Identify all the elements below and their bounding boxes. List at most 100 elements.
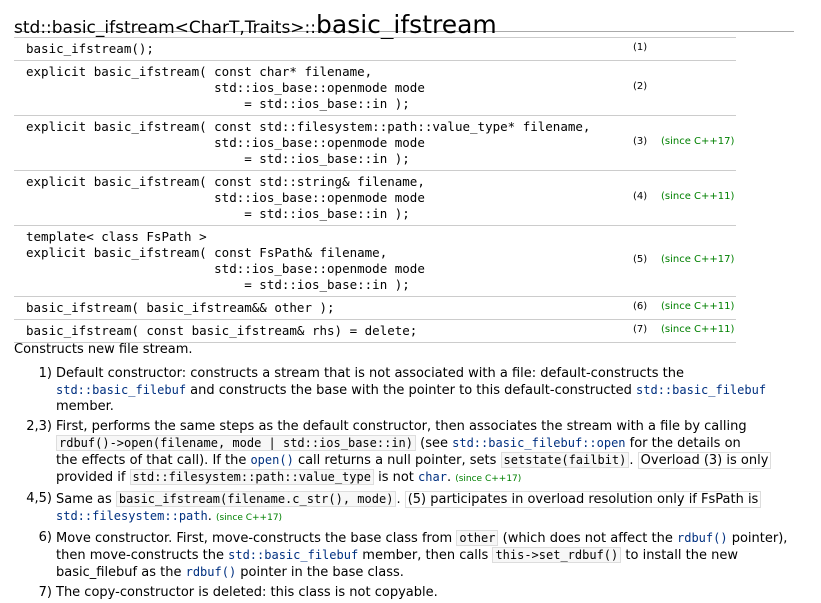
declaration-code: basic_ifstream( const basic_ifstream& rh…: [26, 323, 724, 339]
item-text: (see: [416, 436, 453, 451]
code-line: basic_ifstream( const basic_ifstream& rh…: [26, 323, 418, 338]
code-line: std::ios_base::openmode mode: [26, 190, 425, 205]
code-line: = std::ios_base::in );: [26, 96, 410, 111]
overload-number: (3): [633, 136, 648, 147]
since-badge: (since C++17): [661, 136, 735, 147]
item-text: .: [629, 453, 638, 468]
code-snippet: basic_ifstream(filename.c_str(), mode): [115, 491, 397, 507]
link-basic-filebuf[interactable]: std::basic_filebuf: [636, 383, 766, 397]
declaration-code: template< class FsPath > explicit basic_i…: [26, 229, 724, 293]
list-item: 6) Move constructor. First, move-constru…: [28, 530, 788, 581]
item-text: .: [207, 509, 216, 524]
code-snippet: rdbuf()->open(filename, mode | std::ios_…: [56, 435, 417, 451]
since-badge: (since C++11): [661, 191, 735, 202]
link-rdbuf[interactable]: rdbuf(): [186, 565, 237, 579]
list-item: 1) Default constructor: constructs a str…: [28, 366, 788, 415]
item-number: 1): [38, 366, 52, 381]
overload-note: (5) participates in overload resolution …: [404, 491, 762, 508]
heading-prefix: std::basic_ifstream<CharT,Traits>::basic…: [14, 10, 497, 39]
item-text: call returns a null pointer, sets: [293, 453, 501, 468]
link-char[interactable]: char: [418, 470, 447, 484]
link-filebuf-open[interactable]: std::basic_filebuf::open: [452, 436, 625, 450]
item-text: .: [446, 470, 456, 485]
overload-number: (2): [633, 81, 648, 92]
item-text: is not: [373, 470, 419, 485]
heading-prefix-text: std::basic_ifstream<CharT,Traits>::: [14, 18, 317, 38]
code-line: explicit basic_ifstream( const std::stri…: [26, 174, 425, 189]
code-line: basic_ifstream();: [26, 41, 154, 56]
item-text: and constructs the base with the pointer…: [186, 383, 637, 398]
declaration-code: basic_ifstream();: [26, 41, 724, 57]
overload-note: Overload (3) is only: [637, 452, 772, 469]
item-text: member.: [56, 399, 114, 414]
list-item: 2,3) First, performs the same steps as t…: [26, 419, 788, 487]
declaration-code: explicit basic_ifstream( const std::stri…: [26, 174, 724, 222]
item-text: provided if: [56, 470, 130, 485]
item-text: to install the new: [621, 548, 738, 563]
item-number: 7): [38, 585, 52, 600]
code-line: explicit basic_ifstream( const FsPath& f…: [26, 245, 388, 260]
declaration-code: basic_ifstream( basic_ifstream&& other )…: [26, 300, 724, 316]
declaration-code: explicit basic_ifstream( const std::file…: [26, 119, 724, 167]
since-badge: (since C++11): [661, 301, 735, 312]
declaration-row: explicit basic_ifstream( const std::file…: [14, 115, 736, 170]
item-text: basic_filebuf as the: [56, 565, 186, 580]
code-line: explicit basic_ifstream( const std::file…: [26, 119, 591, 134]
item-text: pointer in the base class.: [236, 565, 404, 580]
code-line: = std::ios_base::in );: [26, 277, 410, 292]
item-text: member, then calls: [358, 548, 493, 563]
code-line: std::ios_base::openmode mode: [26, 80, 425, 95]
description-list: 1) Default constructor: constructs a str…: [26, 366, 788, 603]
code-snippet: other: [456, 530, 499, 546]
code-snippet: setstate(failbit): [500, 452, 630, 468]
overload-number: (1): [633, 42, 648, 53]
code-snippet: this->set_rdbuf(): [492, 547, 622, 563]
overload-number: (5): [633, 254, 648, 265]
link-open[interactable]: open(): [250, 453, 293, 467]
item-text: for the details on: [625, 436, 741, 451]
since-badge: (since C++17): [661, 254, 735, 265]
item-text: pointer),: [727, 531, 788, 546]
overload-number: (6): [633, 301, 648, 312]
overload-number: (7): [633, 324, 648, 335]
code-line: template< class FsPath >: [26, 229, 207, 244]
item-text: Move constructor. First, move-constructs…: [56, 531, 457, 546]
since-badge: (since C++17): [215, 513, 283, 523]
code-line: = std::ios_base::in );: [26, 206, 410, 221]
declaration-code: explicit basic_ifstream( const char* fil…: [26, 64, 724, 112]
item-number: 4,5): [26, 491, 52, 506]
item-text: Same as: [56, 492, 116, 507]
code-snippet: std::filesystem::path::value_type: [129, 469, 374, 485]
declaration-row: explicit basic_ifstream( const char* fil…: [14, 60, 736, 115]
since-badge: (since C++17): [455, 474, 522, 484]
list-item: 7) The copy-constructor is deleted: this…: [28, 585, 788, 601]
declaration-table: basic_ifstream(); (1) explicit basic_ifstr…: [14, 37, 736, 343]
item-text: First, performs the same steps as the de…: [56, 419, 747, 434]
declaration-row: explicit basic_ifstream( const std::stri…: [14, 170, 736, 225]
item-text: the effects of that call). If the: [56, 453, 251, 468]
link-basic-filebuf[interactable]: std::basic_filebuf: [228, 548, 358, 562]
link-rdbuf[interactable]: rdbuf(): [677, 531, 728, 545]
declaration-row: basic_ifstream( const basic_ifstream& rh…: [14, 319, 736, 343]
item-text: .: [396, 492, 405, 507]
item-text: The copy-constructor is deleted: this cl…: [56, 585, 438, 600]
link-filesystem-path[interactable]: std::filesystem::path: [56, 509, 208, 523]
item-number: 6): [38, 530, 52, 545]
list-item: 4,5) Same as basic_ifstream(filename.c_s…: [26, 491, 788, 526]
item-number: 2,3): [26, 419, 52, 434]
code-line: = std::ios_base::in );: [26, 151, 410, 166]
declaration-row: template< class FsPath > explicit basic_i…: [14, 225, 736, 296]
intro-text: Constructs new file stream.: [14, 342, 193, 357]
item-text: then move-constructs the: [56, 548, 229, 563]
link-basic-filebuf[interactable]: std::basic_filebuf: [56, 383, 186, 397]
page-heading: std::basic_ifstream<CharT,Traits>::basic…: [14, 0, 794, 39]
item-text: Default constructor: constructs a stream…: [56, 366, 684, 381]
declaration-row: basic_ifstream( basic_ifstream&& other )…: [14, 296, 736, 319]
code-line: explicit basic_ifstream( const char* fil…: [26, 64, 373, 79]
declaration-row: basic_ifstream(); (1): [14, 37, 736, 60]
since-badge: (since C++11): [661, 324, 735, 335]
code-line: std::ios_base::openmode mode: [26, 135, 425, 150]
item-text: (which does not affect the: [498, 531, 677, 546]
code-line: basic_ifstream( basic_ifstream&& other )…: [26, 300, 335, 315]
code-line: std::ios_base::openmode mode: [26, 261, 425, 276]
